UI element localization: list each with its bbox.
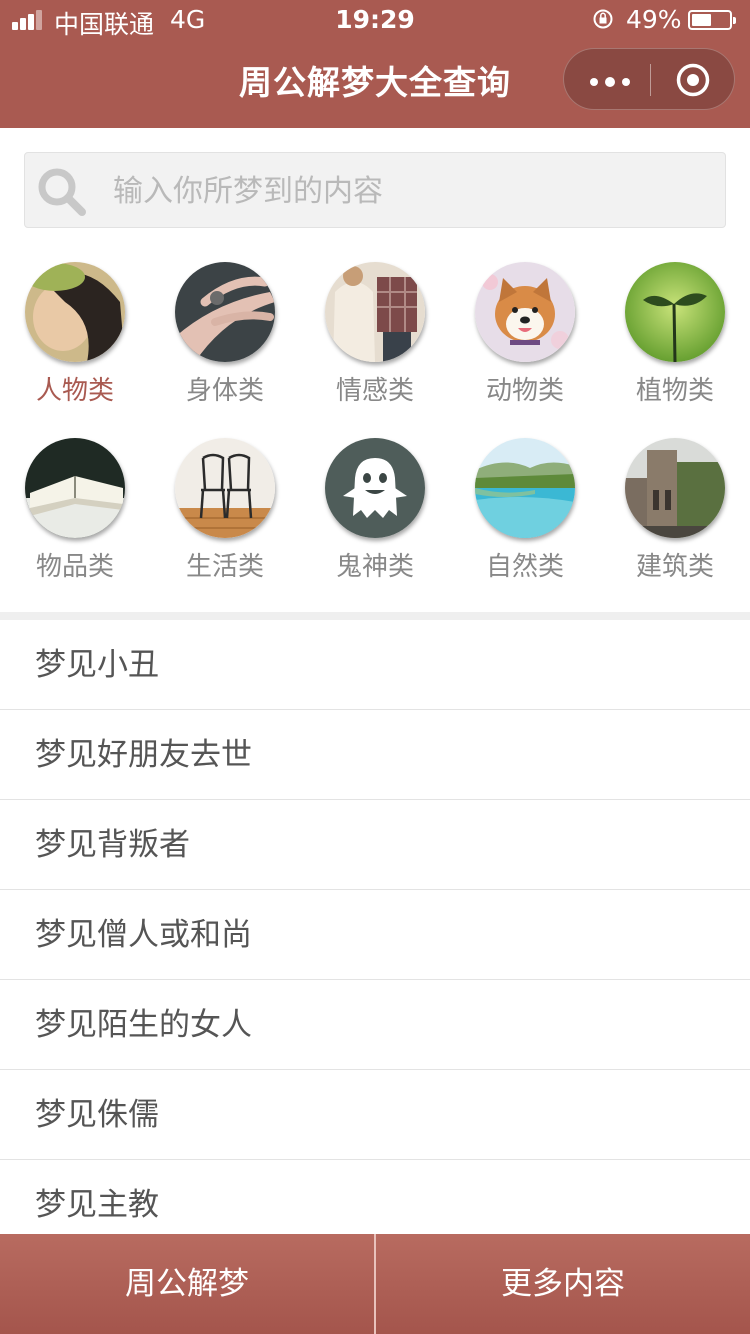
list-item[interactable]: 梦见侏儒 [0,1070,750,1160]
body-image [175,262,275,362]
search-box [24,152,726,228]
person-image [25,262,125,362]
list-item[interactable]: 梦见好朋友去世 [0,710,750,800]
miniprogram-capsule [563,48,735,110]
nature-image [475,438,575,538]
category-label: 鬼神类 [335,552,414,582]
status-bar: 中国联通 4G 19:29 49% [0,0,750,40]
section-divider [0,612,750,620]
category-animal[interactable]: 动物类 [450,262,600,412]
plant-image [625,262,725,362]
battery-icon [688,10,736,30]
target-close-icon[interactable] [676,63,710,97]
dream-list: 梦见小丑 梦见好朋友去世 梦见背叛者 梦见僧人或和尚 梦见陌生的女人 梦见侏儒 … [0,620,750,1250]
bottom-nav: 周公解梦 更多内容 [0,1234,750,1334]
ghost-image [325,438,425,538]
category-person[interactable]: 人物类 [0,262,150,412]
category-emotion[interactable]: 情感类 [300,262,450,412]
rotation-lock-icon [593,9,613,29]
emotion-image [325,262,425,362]
list-item[interactable]: 梦见背叛者 [0,800,750,890]
search-icon [38,168,86,216]
category-label: 生活类 [185,552,264,582]
object-image [25,438,125,538]
category-ghost[interactable]: 鬼神类 [300,438,450,588]
category-object[interactable]: 物品类 [0,438,150,588]
category-nature[interactable]: 自然类 [450,438,600,588]
category-label: 情感类 [335,376,414,406]
list-item[interactable]: 梦见僧人或和尚 [0,890,750,980]
category-building[interactable]: 建筑类 [600,438,750,588]
search-input[interactable] [111,163,705,219]
category-label: 物品类 [35,552,114,582]
nav-dream-button[interactable]: 周公解梦 [0,1234,374,1334]
top-bar: 中国联通 4G 19:29 49% 周公解梦大全查询 [0,0,750,128]
capsule-divider [650,64,651,96]
life-image [175,438,275,538]
battery-percent: 49% [626,5,682,34]
category-life[interactable]: 生活类 [150,438,300,588]
list-item[interactable]: 梦见小丑 [0,620,750,710]
nav-more-button[interactable]: 更多内容 [376,1234,750,1334]
category-body[interactable]: 身体类 [150,262,300,412]
category-label: 动物类 [485,376,564,406]
category-label: 自然类 [485,552,564,582]
category-plant[interactable]: 植物类 [600,262,750,412]
category-label: 植物类 [635,376,714,406]
list-item[interactable]: 梦见陌生的女人 [0,980,750,1070]
more-dots-icon[interactable] [590,77,630,87]
building-image [625,438,725,538]
category-label: 建筑类 [635,552,714,582]
animal-image [475,262,575,362]
category-label: 人物类 [35,376,114,406]
category-label: 身体类 [185,376,264,406]
